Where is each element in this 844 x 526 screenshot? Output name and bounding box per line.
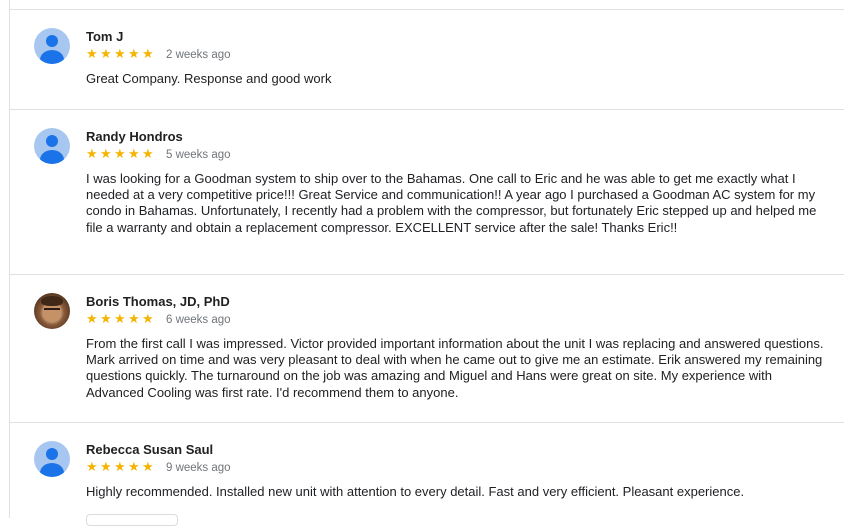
- star-icon: ★: [86, 147, 98, 162]
- review-text: Highly recommended. Installed new unit w…: [86, 484, 745, 499]
- review-date: 2 weeks ago: [166, 49, 231, 61]
- star-icon: ★: [100, 147, 112, 162]
- review-text: From the first call I was impressed. Vic…: [86, 336, 824, 400]
- review-card: Tom J ★ ★ ★ ★ ★ 2 weeks ago Great Compan…: [10, 10, 844, 110]
- star-rating: ★ ★ ★ ★ ★: [86, 147, 156, 163]
- star-icon: ★: [128, 147, 140, 162]
- star-icon: ★: [100, 312, 112, 327]
- star-icon: ★: [114, 47, 126, 62]
- review-text: Great Company. Response and good work: [86, 71, 332, 86]
- star-icon: ★: [86, 460, 98, 475]
- review-card: Boris Thomas, JD, PhD ★ ★ ★ ★ ★ 6 weeks …: [10, 275, 844, 423]
- star-icon: ★: [128, 47, 140, 62]
- star-icon: ★: [86, 47, 98, 62]
- reviewer-name[interactable]: Randy Hondros: [86, 129, 183, 144]
- more-reviews-button[interactable]: [86, 514, 178, 526]
- star-icon: ★: [114, 147, 126, 162]
- review-text: I was looking for a Goodman system to sh…: [86, 171, 817, 235]
- reviewer-name[interactable]: Boris Thomas, JD, PhD: [86, 294, 230, 309]
- star-icon: ★: [142, 147, 154, 162]
- star-icon: ★: [100, 47, 112, 62]
- default-avatar-icon[interactable]: [34, 28, 70, 64]
- star-icon: ★: [114, 312, 126, 327]
- star-icon: ★: [128, 312, 140, 327]
- profile-photo-avatar[interactable]: [34, 293, 70, 329]
- star-icon: ★: [142, 47, 154, 62]
- default-avatar-icon[interactable]: [34, 441, 70, 477]
- review-meta: ★ ★ ★ ★ ★ 5 weeks ago: [86, 147, 231, 163]
- star-icon: ★: [100, 460, 112, 475]
- reviewer-name[interactable]: Rebecca Susan Saul: [86, 442, 213, 457]
- review-meta: ★ ★ ★ ★ ★ 2 weeks ago: [86, 47, 231, 63]
- star-rating: ★ ★ ★ ★ ★: [86, 312, 156, 328]
- star-icon: ★: [142, 312, 154, 327]
- star-rating: ★ ★ ★ ★ ★: [86, 47, 156, 63]
- star-icon: ★: [128, 460, 140, 475]
- review-meta: ★ ★ ★ ★ ★ 9 weeks ago: [86, 460, 231, 476]
- star-icon: ★: [86, 312, 98, 327]
- review-date: 5 weeks ago: [166, 149, 231, 161]
- review-date: 6 weeks ago: [166, 314, 231, 326]
- review-card: Randy Hondros ★ ★ ★ ★ ★ 5 weeks ago I wa…: [10, 110, 844, 275]
- star-rating: ★ ★ ★ ★ ★: [86, 460, 156, 476]
- review-card: Rebecca Susan Saul ★ ★ ★ ★ ★ 9 weeks ago…: [10, 423, 844, 518]
- star-icon: ★: [142, 460, 154, 475]
- default-avatar-icon[interactable]: [34, 128, 70, 164]
- review-date: 9 weeks ago: [166, 462, 231, 474]
- review-meta: ★ ★ ★ ★ ★ 6 weeks ago: [86, 312, 231, 328]
- star-icon: ★: [114, 460, 126, 475]
- reviewer-name[interactable]: Tom J: [86, 29, 123, 44]
